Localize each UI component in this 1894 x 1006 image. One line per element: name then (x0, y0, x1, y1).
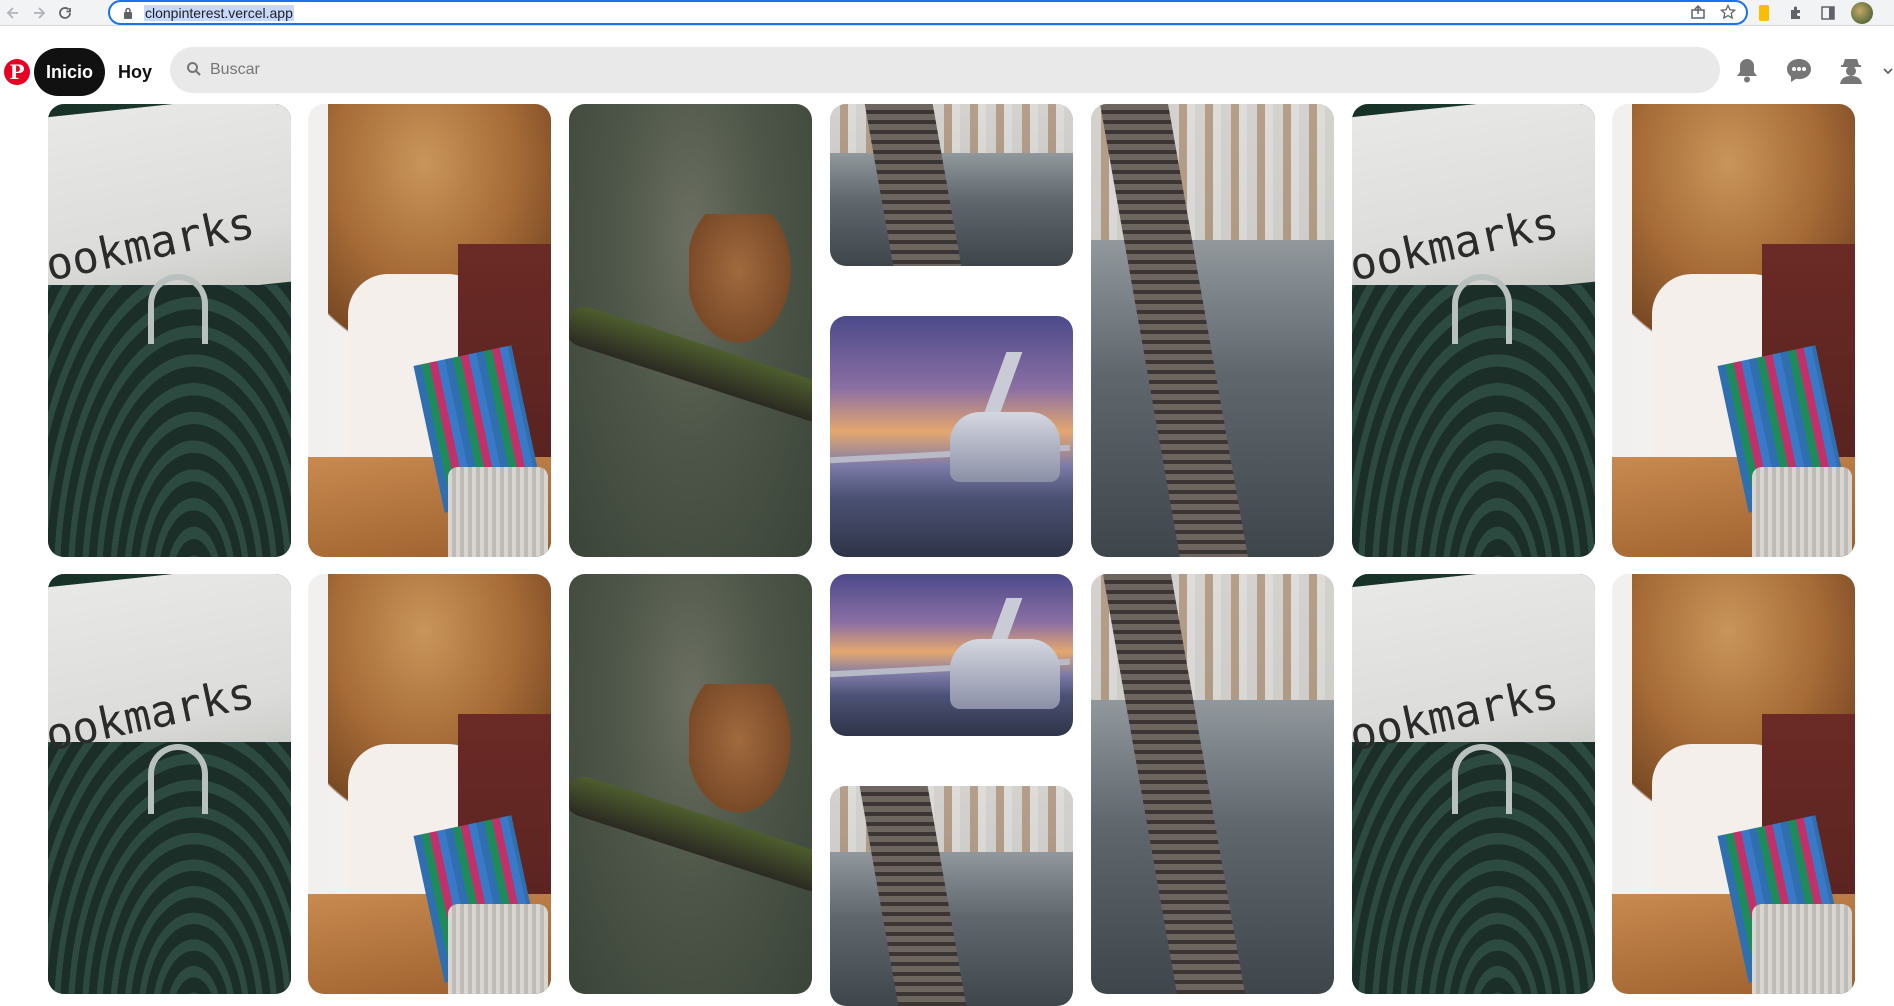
pin-card[interactable] (308, 104, 551, 557)
pin-card[interactable] (569, 574, 812, 994)
pin-card[interactable] (830, 316, 1073, 557)
pinterest-logo-icon[interactable]: P (4, 59, 30, 85)
puzzle-icon[interactable] (1787, 4, 1805, 22)
reload-icon[interactable] (52, 0, 78, 26)
profile-avatar[interactable] (1851, 2, 1873, 24)
lock-icon (120, 5, 136, 21)
today-button[interactable]: Hoy (112, 48, 158, 96)
pin-card[interactable] (1091, 104, 1334, 557)
pin-card[interactable]: ookmarks (48, 104, 291, 557)
home-button[interactable]: Inicio (34, 48, 106, 96)
search-icon (186, 61, 204, 79)
user-icon[interactable] (1837, 56, 1865, 84)
pin-card[interactable] (830, 104, 1073, 266)
pin-card[interactable]: ookmarks (1352, 104, 1595, 557)
pin-card[interactable] (308, 574, 551, 994)
pin-card[interactable] (1612, 574, 1855, 994)
address-bar[interactable]: clonpinterest.vercel.app (108, 0, 1748, 25)
browser-toolbar: clonpinterest.vercel.app (0, 0, 1894, 26)
extension-icon[interactable] (1755, 4, 1773, 22)
pin-card[interactable] (569, 104, 812, 557)
chat-icon[interactable] (1785, 56, 1813, 84)
pin-card[interactable]: ookmarks (48, 574, 291, 994)
bell-icon[interactable] (1733, 56, 1761, 84)
pin-card[interactable] (830, 574, 1073, 736)
chevron-down-icon[interactable] (1882, 64, 1894, 76)
pin-card[interactable]: ookmarks (1352, 574, 1595, 994)
back-icon[interactable] (0, 0, 26, 26)
pin-card[interactable] (1612, 104, 1855, 557)
search-input[interactable] (210, 61, 1610, 79)
share-icon[interactable] (1690, 4, 1706, 24)
star-icon[interactable] (1719, 3, 1737, 24)
sidebar-icon[interactable] (1819, 4, 1837, 22)
url-text: clonpinterest.vercel.app (144, 4, 294, 21)
pin-card[interactable] (1091, 574, 1334, 994)
search-bar[interactable] (170, 47, 1720, 93)
forward-icon[interactable] (26, 0, 52, 26)
pin-card[interactable] (830, 786, 1073, 1006)
pin-grid: ookmarks ookmarks ookmarks ookmarks (48, 104, 1855, 1006)
app-header: P Inicio Hoy (0, 36, 1894, 104)
